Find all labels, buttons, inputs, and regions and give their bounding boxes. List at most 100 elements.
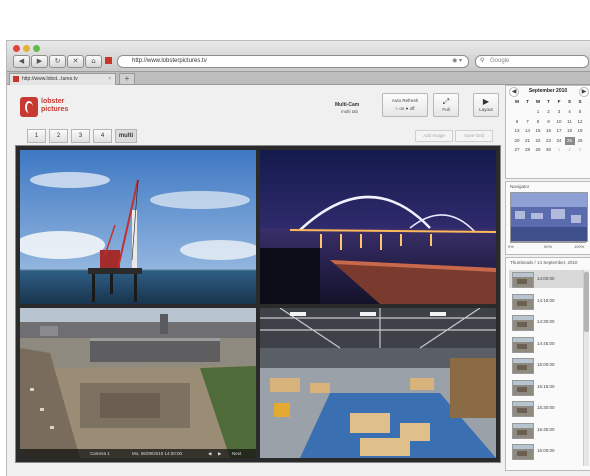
thumbnail-time: 15:15:00 [537, 383, 555, 389]
calendar-day[interactable]: 13 [512, 127, 522, 135]
thumbnail-item[interactable]: 15:15:00 [509, 378, 585, 396]
close-tab-icon[interactable]: × [108, 74, 111, 85]
thumbnails-panel: Thumbnails / 14 September, 2010 14:00:00… [505, 257, 590, 471]
next-label[interactable]: Next [232, 449, 241, 458]
add-image-button[interactable]: Add Image [415, 130, 453, 142]
mode-subtitle: multi tab [341, 109, 359, 114]
calendar-day[interactable]: 27 [512, 146, 522, 154]
calendar-day[interactable]: 15 [533, 127, 543, 135]
thumbnails-title: Thumbnails / 14 September, 2010 [510, 260, 578, 265]
search-field[interactable]: ⚲ Google [475, 55, 589, 68]
calendar-day[interactable]: 7 [523, 118, 533, 126]
calendar-day[interactable]: 12 [575, 118, 585, 126]
calendar-day[interactable]: 21 [523, 137, 533, 145]
calendar-day[interactable]: 8 [533, 118, 543, 126]
calendar-year: 2010 [556, 88, 568, 94]
tab-camera-4[interactable]: 4 [93, 129, 112, 143]
zoom-min-label: 0% [508, 244, 514, 249]
calendar-day[interactable]: 23 [544, 137, 554, 145]
zoom-slider[interactable] [510, 242, 586, 243]
tab-camera-2[interactable]: 2 [49, 129, 68, 143]
next-frame-icon[interactable]: ▶ [218, 449, 221, 458]
home-icon[interactable]: ⌂ [85, 55, 102, 68]
browser-tab[interactable]: http://www.lobst...tures.tv × [9, 73, 116, 85]
calendar-day[interactable]: 3 [554, 108, 564, 116]
stop-icon[interactable]: ✕ [67, 55, 84, 68]
thumbnail-item[interactable]: 14:15:00 [509, 292, 585, 310]
calendar-day[interactable]: 9 [544, 118, 554, 126]
calendar-day[interactable]: 1 [554, 146, 564, 154]
auto-refresh-control[interactable]: Auto Refresh ○ on ● off [382, 93, 428, 117]
zoom-window-icon[interactable] [33, 45, 40, 52]
calendar-day[interactable]: 1 [533, 108, 543, 116]
calendar-day[interactable]: 2 [544, 108, 554, 116]
rss-dropdown-icon[interactable]: ◉ ▾ [452, 56, 462, 67]
calendar-day[interactable]: 11 [565, 118, 575, 126]
calendar-day[interactable]: 30 [544, 146, 554, 154]
calendar-day[interactable]: 2 [565, 146, 575, 154]
tab-title: http://www.lobst...tures.tv [22, 76, 78, 82]
back-arrow-icon[interactable]: ◀ [13, 55, 30, 68]
save-grid-button[interactable]: Save Grid [455, 130, 493, 142]
calendar-day[interactable]: 26 [575, 137, 585, 145]
calendar-day[interactable]: 14 [523, 127, 533, 135]
thumbnail-item[interactable]: 15:00:00 [509, 356, 585, 374]
next-month-icon[interactable]: ▶ [579, 87, 589, 97]
camera-4-image[interactable] [260, 308, 496, 458]
calendar-day[interactable]: 3 [575, 146, 585, 154]
layout-button[interactable]: ▶ Layout [473, 93, 499, 117]
close-window-icon[interactable] [13, 45, 20, 52]
app-body: lobster pictures Multi-Cam multi tab Aut… [7, 85, 590, 476]
thumbnail-time: 14:30:00 [537, 319, 555, 324]
search-icon: ⚲ [480, 58, 485, 64]
thumbnail-scrollbar[interactable] [583, 270, 589, 466]
calendar-day[interactable]: 24 [554, 137, 564, 145]
url-field[interactable]: http://www.lobsterpictures.tv ◉ ▾ [117, 55, 469, 68]
favicon-icon [103, 55, 113, 66]
tab-camera-1[interactable]: 1 [27, 129, 46, 143]
thumbnail-item[interactable]: 14:45:00 [509, 335, 585, 353]
calendar-weekday: S [567, 99, 571, 104]
prev-frame-icon[interactable]: ◀ [208, 449, 211, 458]
camera-1-image[interactable] [20, 150, 256, 304]
calendar-day[interactable]: 6 [512, 118, 522, 126]
camera-2-image[interactable] [260, 150, 496, 304]
calendar-day[interactable]: 20 [512, 137, 522, 145]
calendar-day[interactable]: 5 [575, 108, 585, 116]
tab-camera-3[interactable]: 3 [71, 129, 90, 143]
thumbnail-image [512, 315, 534, 331]
thumbnail-image [512, 358, 534, 374]
camera-3-image[interactable]: Camera 1 Mo, 06/09/2010 14:00:00 ◀ ▶ Nex… [20, 308, 256, 458]
calendar-day[interactable]: 19 [575, 127, 585, 135]
tab-multi[interactable]: multi [115, 129, 137, 143]
calendar-day[interactable]: 28 [523, 146, 533, 154]
calendar-day[interactable]: 4 [565, 108, 575, 116]
calendar-day[interactable]: 17 [554, 127, 564, 135]
browser-window: ◀ ▶ ↻ ✕ ⌂ http://www.lobsterpictures.tv … [6, 40, 590, 476]
thumbnail-time: 14:45:00 [537, 340, 555, 346]
calendar-day[interactable]: 22 [533, 137, 543, 145]
thumbnail-item[interactable]: 14:00:00 [509, 270, 585, 288]
calendar-day[interactable]: 18 [565, 127, 575, 135]
reload-icon[interactable]: ↻ [49, 55, 66, 68]
calendar-day[interactable]: 29 [533, 146, 543, 154]
forward-arrow-icon[interactable]: ▶ [31, 55, 48, 68]
auto-refresh-off-label: off [409, 106, 415, 111]
scrollbar-thumb[interactable] [584, 272, 589, 332]
calendar-day[interactable]: 16 [544, 127, 554, 135]
calendar-day[interactable]: 25 [564, 136, 575, 145]
thumbnail-item[interactable]: 15:30:00 [509, 399, 585, 417]
thumbnail-item[interactable]: 14:30:00 [509, 313, 585, 331]
auto-refresh-label: Auto Refresh [391, 98, 419, 103]
navigator-preview[interactable] [510, 192, 588, 242]
thumbnail-item[interactable]: 16:00:00 [509, 442, 585, 460]
thumbnail-item[interactable]: 15:45:00 [509, 421, 585, 439]
new-tab-button[interactable]: + [119, 73, 135, 85]
thumbnail-image [512, 401, 534, 417]
thumbnail-time: 14:00:00 [537, 276, 555, 281]
calendar-day [523, 108, 533, 116]
calendar-weekday: S [578, 99, 582, 104]
minimize-window-icon[interactable] [23, 45, 30, 52]
calendar-day[interactable]: 10 [554, 118, 564, 126]
fullscreen-button[interactable]: ⤢ Full [433, 93, 459, 117]
